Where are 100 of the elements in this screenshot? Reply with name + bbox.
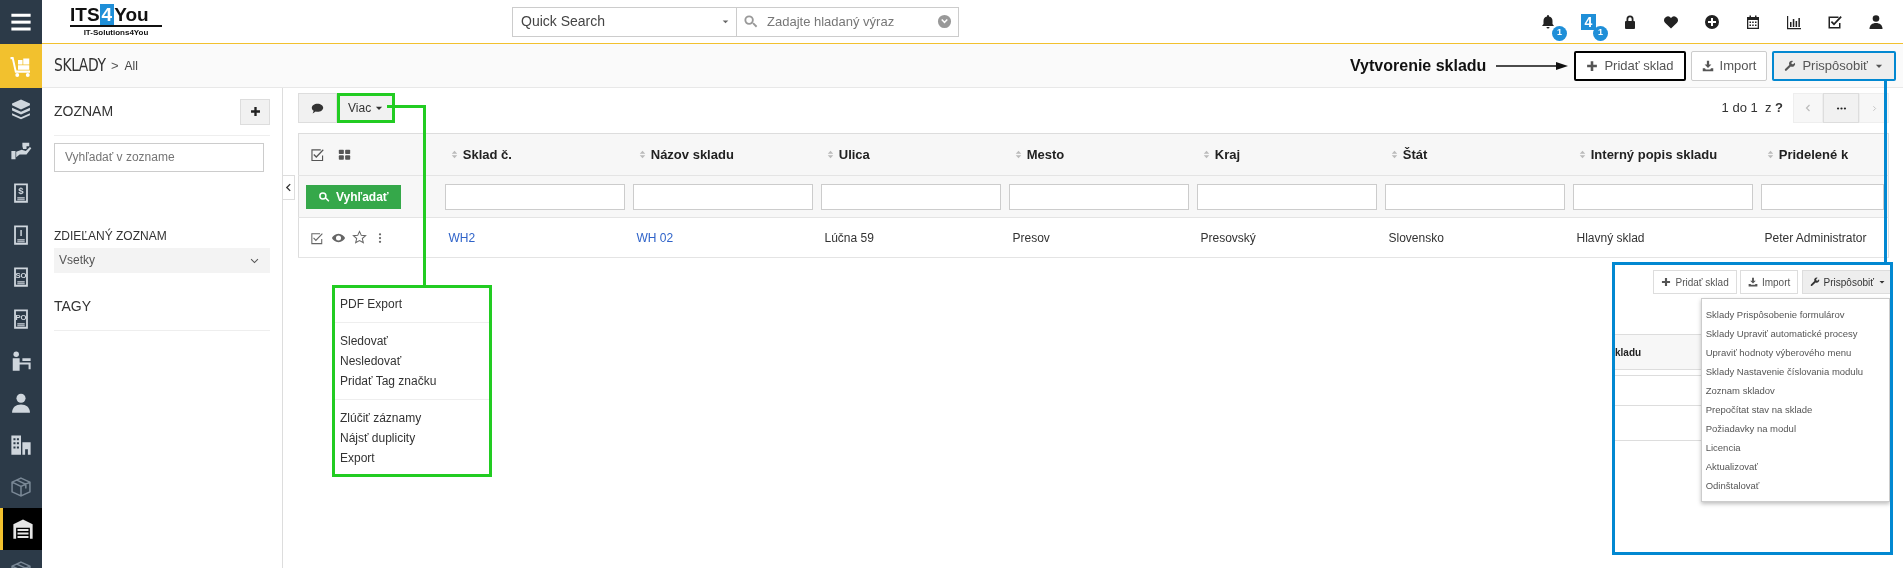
heart-icon[interactable] [1662, 13, 1679, 30]
filter-field[interactable] [1008, 183, 1189, 210]
next-page-button[interactable] [1859, 93, 1889, 123]
menu-item[interactable]: Sledovať [335, 331, 489, 351]
warehouse-icon [11, 518, 34, 540]
add-button[interactable]: Pridať sklad [1574, 50, 1686, 81]
sidebar-item[interactable]: I [0, 214, 42, 256]
customize-button[interactable]: Prispôsobiť [1772, 50, 1896, 81]
plus-icon [1661, 277, 1672, 287]
person-icon [10, 392, 32, 414]
download-icon [1747, 277, 1758, 287]
add-button[interactable]: Pridať sklad [1653, 270, 1737, 294]
view-name: All [124, 57, 138, 75]
module-title[interactable]: SKLADY [54, 52, 106, 79]
breadcrumb-separator: > [111, 56, 119, 75]
more-button[interactable]: Viac [337, 93, 396, 123]
bell-icon[interactable] [1539, 13, 1556, 30]
filter-field[interactable] [1760, 183, 1884, 210]
column-header[interactable]: Štát [1402, 144, 1428, 165]
table-cell: Hlavný sklad [1576, 230, 1645, 245]
shared-list-select[interactable]: Vsetky [54, 247, 270, 273]
download-icon [1701, 59, 1714, 72]
logo-tagline: IT-Solutions4You [82, 26, 150, 39]
sidebar-item[interactable] [0, 508, 42, 550]
logo[interactable]: ITS4You [70, 4, 162, 27]
checkbox-icon[interactable] [310, 147, 326, 162]
customize-button[interactable]: Prispôsobiť [1801, 270, 1890, 294]
menu-item[interactable]: Sklady Prispôsobenie formulárov [1701, 305, 1889, 324]
comment-icon [311, 101, 324, 115]
caret-icon [1878, 278, 1886, 286]
menu-icon[interactable] [10, 11, 32, 33]
hand-icon [10, 140, 32, 162]
table-cell: Peter Administrator [1764, 230, 1867, 245]
plus-icon [1586, 59, 1599, 72]
sidebar-item[interactable]: SO [0, 256, 42, 298]
menu-item[interactable]: Pridať Tag značku [335, 371, 489, 391]
column-header[interactable]: Ulica [838, 144, 870, 165]
app-icon[interactable]: 4 [1581, 13, 1596, 30]
filter-field[interactable] [444, 183, 625, 210]
menu-item[interactable]: Odinštalovať [1701, 476, 1889, 495]
sidebar-item[interactable]: PO [0, 298, 42, 340]
list-title: ZOZNAM [54, 102, 114, 121]
bar-chart-icon[interactable] [1785, 13, 1802, 30]
tags-title: TAGY [54, 296, 92, 316]
record-link[interactable]: WH 02 [636, 230, 674, 245]
menu-item[interactable]: Požiadavky na modul [1701, 419, 1889, 438]
annotation-label: Vytvorenie skladu [1350, 55, 1487, 76]
menu-item[interactable]: Export [335, 448, 489, 468]
menu-item[interactable]: Upraviť hodnoty výberového menu [1701, 343, 1889, 362]
caret-icon [721, 17, 730, 26]
shared-list-title: ZDIEĽANÝ ZOZNAM [54, 227, 168, 245]
filter-field[interactable] [820, 183, 1001, 210]
filter-field[interactable] [1196, 183, 1377, 210]
package-icon [10, 476, 32, 498]
menu-item[interactable]: Sklady Upraviť automatické procesy [1701, 324, 1889, 343]
search-icon [318, 190, 330, 203]
chevron-left-icon [284, 183, 293, 192]
calendar-icon[interactable] [1744, 13, 1761, 30]
menu-item[interactable]: Nájsť duplicity [335, 428, 489, 448]
import-button[interactable]: Import [1739, 270, 1799, 294]
list-search-field[interactable]: Vyhľadať v zozname [54, 142, 264, 172]
filter-field[interactable] [1384, 183, 1565, 210]
star-icon[interactable] [352, 230, 368, 245]
column-header[interactable]: Mesto [1026, 144, 1065, 165]
menu-item[interactable]: Prepočítat stav na sklade [1701, 400, 1889, 419]
column-header[interactable]: Kraj [1214, 144, 1241, 165]
comment-button[interactable] [298, 93, 337, 123]
notification-badge: 1 [1593, 25, 1608, 41]
menu-item[interactable]: PDF Export [335, 294, 489, 314]
column-header[interactable]: Sklad č. [462, 144, 512, 165]
buildings-icon [10, 434, 32, 456]
table-cell: Lúčna 59 [824, 230, 874, 245]
menu-item[interactable]: Zoznam skladov [1701, 381, 1889, 400]
plus-icon [249, 106, 261, 117]
filter-field[interactable] [1572, 183, 1753, 210]
sidebar-item[interactable]: $ [0, 172, 42, 214]
grid-icon[interactable] [338, 148, 352, 161]
checkbox-icon[interactable] [1826, 13, 1843, 30]
person-desk-icon [10, 350, 32, 372]
menu-item[interactable]: Aktualizovať [1701, 457, 1889, 476]
menu-item[interactable]: Sklady Nastavenie číslovania modulu [1701, 362, 1889, 381]
menu-item[interactable]: Licencia [1701, 438, 1889, 457]
menu-item[interactable]: Zlúčiť záznamy [335, 408, 489, 428]
add-list-button[interactable] [240, 98, 270, 125]
filter-field[interactable] [632, 183, 813, 210]
checkbox-icon[interactable] [310, 230, 325, 245]
import-button[interactable]: Import [1690, 50, 1768, 81]
column-header[interactable]: Pridelené k [1778, 144, 1849, 165]
column-header[interactable]: Interný popis skladu [1590, 144, 1718, 165]
hand-truck-icon [9, 54, 33, 78]
column-header[interactable]: Názov skladu [650, 144, 734, 165]
table-cell: Presovský [1200, 230, 1256, 245]
chevron-down-icon[interactable] [937, 14, 952, 29]
menu-item[interactable]: Nesledovať [335, 351, 489, 371]
search-box[interactable]: Zadajte hladaný výraz [737, 6, 959, 37]
record-link[interactable]: WH2 [448, 230, 476, 245]
quick-search-select[interactable]: Quick Search [512, 6, 737, 37]
column-header-fragment: kladu [1615, 345, 1642, 360]
collapse-button[interactable] [283, 175, 295, 200]
user-icon[interactable] [1867, 13, 1884, 30]
